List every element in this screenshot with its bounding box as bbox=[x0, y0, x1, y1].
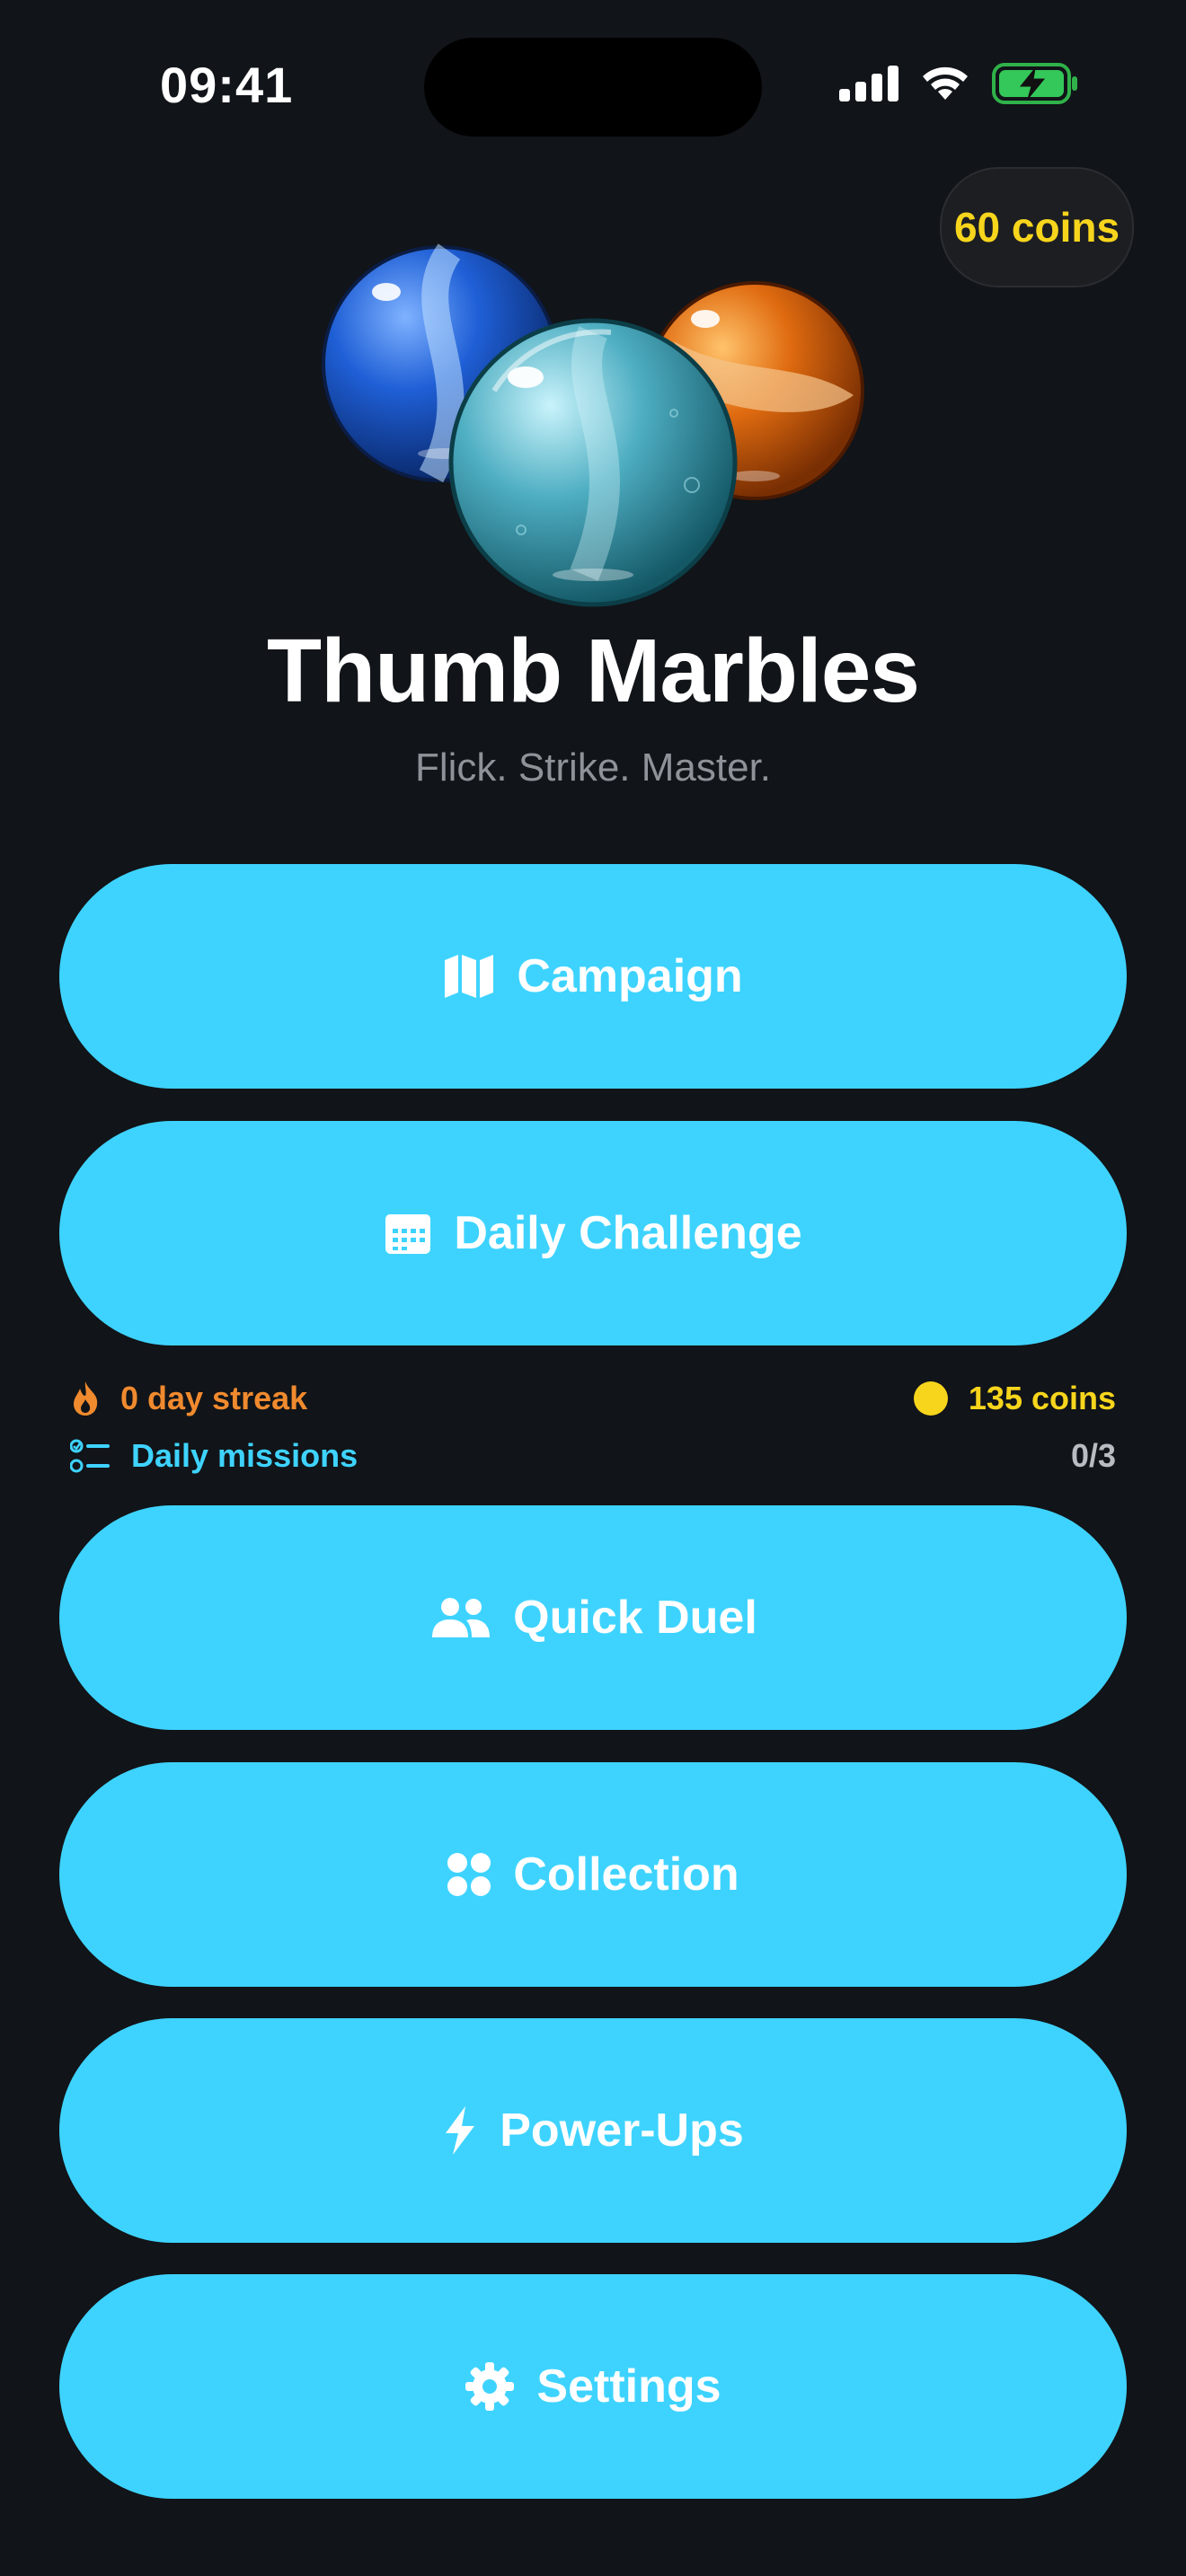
grid-dots-icon bbox=[447, 1853, 491, 1896]
marbles-illustration bbox=[322, 243, 864, 607]
coin-icon bbox=[913, 1381, 948, 1416]
gear-icon bbox=[465, 2362, 515, 2411]
streak-label: 0 day streak bbox=[120, 1380, 308, 1416]
daily-missions-progress: 0/3 bbox=[1070, 1437, 1116, 1474]
settings-button-label: Settings bbox=[536, 2360, 721, 2413]
bolt-icon bbox=[446, 2106, 475, 2155]
people-icon bbox=[432, 1598, 491, 1637]
wifi-icon bbox=[923, 66, 968, 100]
teal-marble bbox=[448, 318, 738, 607]
quick-duel-button[interactable]: Quick Duel bbox=[59, 1505, 1127, 1730]
status-time: 09:41 bbox=[160, 57, 294, 113]
flame-icon bbox=[74, 1381, 98, 1416]
coins-balance-chip[interactable]: 60 coins bbox=[940, 167, 1134, 287]
power-ups-button[interactable]: Power-Ups bbox=[59, 2018, 1127, 2243]
app-subtitle: Flick. Strike. Master. bbox=[414, 745, 772, 790]
collection-button[interactable]: Collection bbox=[59, 1762, 1127, 1987]
daily-challenge-button-label: Daily Challenge bbox=[454, 1207, 802, 1259]
battery-charging-icon bbox=[992, 63, 1077, 104]
daily-streak-row: 0 day streak 135 coins bbox=[70, 1376, 1116, 1421]
campaign-button-label: Campaign bbox=[517, 950, 743, 1002]
daily-challenge-button[interactable]: Daily Challenge bbox=[59, 1121, 1127, 1345]
daily-missions-row[interactable]: Daily missions 0/3 bbox=[70, 1434, 1116, 1478]
app-title: Thumb Marbles bbox=[267, 621, 920, 721]
reward-coins-label: 135 coins bbox=[968, 1380, 1116, 1416]
status-icons bbox=[839, 63, 1078, 104]
power-ups-button-label: Power-Ups bbox=[500, 2104, 744, 2157]
map-icon bbox=[445, 955, 494, 998]
quick-duel-button-label: Quick Duel bbox=[513, 1592, 757, 1644]
collection-button-label: Collection bbox=[513, 1848, 739, 1901]
calendar-icon bbox=[385, 1214, 431, 1254]
daily-missions-label: Daily missions bbox=[131, 1437, 358, 1474]
dynamic-island bbox=[424, 38, 762, 137]
settings-button[interactable]: Settings bbox=[59, 2274, 1127, 2499]
cellular-signal-icon bbox=[839, 66, 898, 101]
checklist-icon bbox=[70, 1439, 110, 1473]
campaign-button[interactable]: Campaign bbox=[59, 864, 1127, 1089]
